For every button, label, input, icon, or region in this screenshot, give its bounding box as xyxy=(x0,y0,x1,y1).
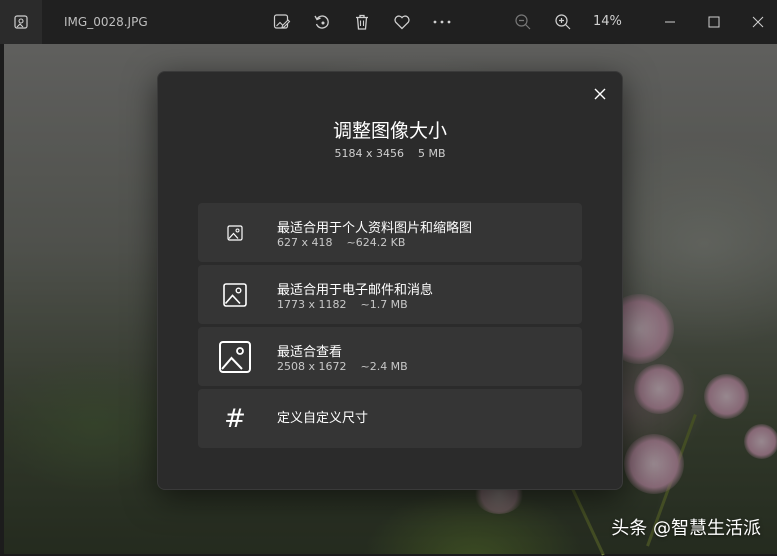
option-thumbnail-size[interactable]: 最适合用于个人资料图片和缩略图 627 x 418 ~624.2 KB xyxy=(198,203,582,262)
app-icon[interactable] xyxy=(0,0,42,44)
option-detail: 627 x 418 ~624.2 KB xyxy=(277,236,406,249)
file-name: IMG_0028.JPG xyxy=(64,15,148,29)
option-title: 最适合查看 xyxy=(277,345,343,360)
window-close-icon[interactable] xyxy=(748,12,768,32)
photos-app-icon xyxy=(14,15,28,29)
minimize-icon[interactable] xyxy=(660,12,680,32)
zoom-out-icon[interactable] xyxy=(513,12,533,32)
medium-image-icon xyxy=(198,265,272,324)
option-viewing-size[interactable]: 最适合查看 2508 x 1672 ~2.4 MB xyxy=(198,327,582,386)
resize-dialog: 调整图像大小 5184 x 3456 5 MB 最适合用于个人资料图片和缩略图 … xyxy=(157,71,623,490)
zoom-in-icon[interactable] xyxy=(553,12,573,32)
option-title: 最适合用于个人资料图片和缩略图 xyxy=(277,221,473,236)
original-size-info: 5184 x 3456 5 MB xyxy=(334,147,446,160)
delete-icon[interactable] xyxy=(352,12,372,32)
option-email-size[interactable]: 最适合用于电子邮件和消息 1773 x 1182 ~1.7 MB xyxy=(198,265,582,324)
watermark: 头条 @智慧生活派 xyxy=(611,518,761,539)
large-image-icon xyxy=(198,327,272,386)
close-icon xyxy=(594,88,606,100)
zoom-level[interactable]: 14% xyxy=(593,0,622,44)
small-image-icon xyxy=(198,203,272,262)
dialog-close-button[interactable] xyxy=(586,80,614,108)
dialog-title: 调整图像大小 xyxy=(332,120,447,142)
favorite-icon[interactable] xyxy=(392,12,412,32)
option-detail: 2508 x 1672 ~2.4 MB xyxy=(277,360,408,373)
hash-icon: # xyxy=(224,403,246,434)
option-title: 最适合用于电子邮件和消息 xyxy=(277,283,434,298)
option-detail: 1773 x 1182 ~1.7 MB xyxy=(277,298,408,311)
option-title: 定义自定义尺寸 xyxy=(277,411,369,426)
more-icon[interactable] xyxy=(432,12,452,32)
option-custom-size[interactable]: # 定义自定义尺寸 xyxy=(198,389,582,448)
edit-image-icon[interactable] xyxy=(272,12,292,32)
maximize-icon[interactable] xyxy=(704,12,724,32)
rotate-icon[interactable] xyxy=(312,12,332,32)
